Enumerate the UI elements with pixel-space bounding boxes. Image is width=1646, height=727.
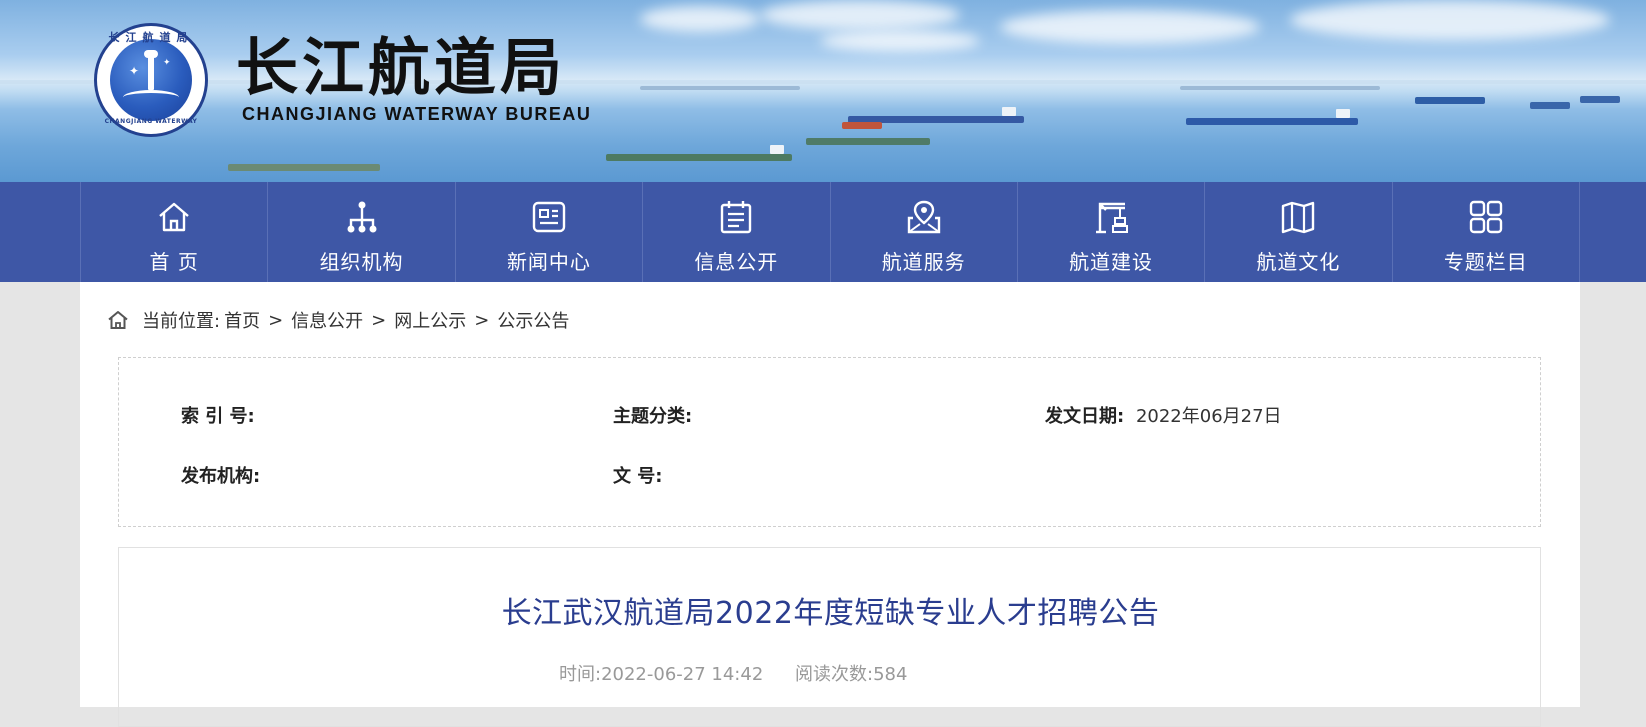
- article-time: 时间:2022-06-27 14:42: [559, 664, 763, 685]
- breadcrumb-separator: >: [268, 309, 284, 331]
- logo-ring-text-bottom: CHANGJIANG WATERWAY: [104, 118, 198, 125]
- cloud: [760, 0, 960, 30]
- cloud: [820, 30, 980, 52]
- ship: [640, 86, 800, 90]
- site-title-cn: 长江航道局: [236, 31, 567, 104]
- ship: [806, 138, 930, 145]
- content-panel: 当前位置: 首页 > 信息公开 > 网上公示 > 公示公告 索 引 号: 主题分…: [80, 282, 1580, 727]
- ship: [1415, 97, 1485, 104]
- nav-label: 航道服务: [881, 250, 966, 274]
- meta-label: 主题分类:: [613, 406, 693, 427]
- nav-item-organization[interactable]: 组织机构: [268, 182, 456, 282]
- nav-label: 专题栏目: [1443, 250, 1528, 274]
- article-reads-label: 阅读次数:: [795, 664, 874, 685]
- logo-ring-text-top: 长江航道局: [108, 31, 194, 44]
- breadcrumb-link-home[interactable]: 首页: [224, 307, 260, 333]
- article-info: 时间:2022-06-27 14:42 阅读次数:584: [559, 660, 933, 686]
- nav-label: 组织机构: [319, 250, 404, 274]
- breadcrumb-link-online-notice[interactable]: 网上公示: [394, 307, 466, 333]
- ship: [842, 122, 882, 129]
- article-reads: 阅读次数:584: [795, 664, 907, 685]
- meta-value: 2022年06月27日: [1135, 406, 1282, 427]
- nav-label: 新闻中心: [506, 250, 591, 274]
- home-icon: [108, 311, 128, 329]
- cloud: [1290, 0, 1610, 40]
- breadcrumb-prefix: 当前位置:: [142, 311, 221, 332]
- meta-label: 索 引 号:: [181, 406, 255, 427]
- header-banner: 长江航道局 ✦ ✦ CHANGJIANG WATERWAY 长江航道局 CHAN…: [0, 0, 1646, 182]
- meta-label: 发文日期:: [1045, 406, 1125, 427]
- document-metadata-box: 索 引 号: 主题分类: 发文日期: 2022年06月27日 发布机构: 文 号…: [118, 357, 1541, 527]
- breadcrumb-link-info-disclosure[interactable]: 信息公开: [291, 307, 363, 333]
- calendar-doc-icon: [721, 201, 752, 234]
- map-pin-icon: [907, 200, 940, 234]
- nav-label: 航道建设: [1069, 250, 1154, 274]
- cloud: [640, 6, 760, 32]
- ship: [1186, 109, 1358, 125]
- breadcrumb: 当前位置: 首页 > 信息公开 > 网上公示 > 公示公告: [106, 308, 569, 332]
- article-time-label: 时间:: [559, 664, 602, 685]
- meta-label: 发布机构:: [181, 466, 261, 487]
- home-icon: [159, 202, 189, 232]
- org-chart-icon: [347, 201, 377, 233]
- ship: [1180, 86, 1380, 90]
- logo-wave: [123, 90, 179, 105]
- meta-document-number: 文 号:: [613, 462, 662, 488]
- star-icon: ✦: [163, 58, 171, 68]
- book-map-icon: [1282, 201, 1315, 234]
- meta-index-number: 索 引 号:: [181, 402, 255, 428]
- article-title: 长江武汉航道局2022年度短缺专业人才招聘公告: [501, 596, 1160, 631]
- nav-label: 首 页: [149, 250, 199, 274]
- article-reads-value: 584: [873, 664, 908, 685]
- grid-icon: [1469, 200, 1503, 234]
- nav-label: 信息公开: [694, 250, 779, 274]
- star-icon: ✦: [129, 64, 140, 78]
- main-nav: 首 页 组织机构 新闻中心 信息公开 航道服务 航道建设 航道文化 专题栏目: [0, 182, 1646, 282]
- nav-item-special-topics[interactable]: 专题栏目: [1393, 182, 1580, 282]
- bureau-logo[interactable]: 长江航道局 ✦ ✦ CHANGJIANG WATERWAY: [94, 23, 208, 137]
- ship: [228, 164, 380, 171]
- breadcrumb-separator: >: [371, 309, 387, 331]
- breadcrumb-separator: >: [474, 309, 490, 331]
- nav-item-waterway-service[interactable]: 航道服务: [831, 182, 1018, 282]
- meta-issuing-org: 发布机构:: [181, 462, 260, 488]
- meta-issue-date: 发文日期: 2022年06月27日: [1045, 402, 1282, 428]
- ship: [1530, 102, 1570, 109]
- meta-topic-category: 主题分类:: [613, 402, 692, 428]
- article-container: 长江武汉航道局2022年度短缺专业人才招聘公告 时间:2022-06-27 14…: [118, 547, 1541, 727]
- nav-item-news[interactable]: 新闻中心: [456, 182, 644, 282]
- ship: [1580, 96, 1620, 103]
- nav-item-waterway-construction[interactable]: 航道建设: [1018, 182, 1206, 282]
- meta-label: 文 号:: [613, 466, 663, 487]
- news-icon: [532, 201, 566, 233]
- nav-label: 航道文化: [1256, 250, 1341, 274]
- nav-item-home[interactable]: 首 页: [81, 182, 269, 282]
- logo-tower: [148, 54, 154, 90]
- nav-item-waterway-culture[interactable]: 航道文化: [1205, 182, 1393, 282]
- nav-bar: 首 页 组织机构 新闻中心 信息公开 航道服务 航道建设 航道文化 专题栏目: [80, 182, 1580, 282]
- cloud: [1000, 10, 1260, 44]
- site-title-en: CHANGJIANG WATERWAY BUREAU: [242, 104, 592, 124]
- ship: [606, 145, 792, 161]
- breadcrumb-link-announcements[interactable]: 公示公告: [497, 307, 569, 333]
- crane-icon: [1096, 202, 1129, 234]
- nav-item-info-disclosure[interactable]: 信息公开: [643, 182, 831, 282]
- article-time-value: 2022-06-27 14:42: [601, 664, 764, 685]
